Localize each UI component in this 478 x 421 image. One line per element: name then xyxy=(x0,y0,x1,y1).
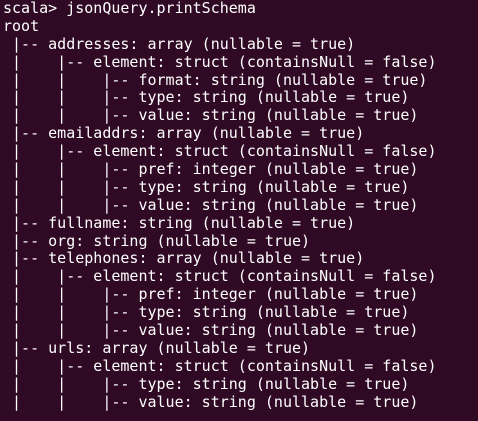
schema-line: | |-- element: struct (containsNull = fa… xyxy=(3,267,437,286)
schema-line: |-- addresses: array (nullable = true) xyxy=(3,34,356,53)
schema-line: |-- org: string (nullable = true) xyxy=(3,231,311,250)
schema-line: |-- fullname: string (nullable = true) xyxy=(3,213,356,232)
terminal-window[interactable]: scala> jsonQuery.printSchema root |-- add… xyxy=(0,0,478,421)
schema-line: | | |-- format: string (nullable = true) xyxy=(3,70,428,89)
schema-line: | | |-- value: string (nullable = true) xyxy=(3,106,419,125)
schema-line: | |-- element: struct (containsNull = fa… xyxy=(3,52,437,71)
schema-line: | |-- element: struct (containsNull = fa… xyxy=(3,356,437,375)
schema-line: | | |-- pref: integer (nullable = true) xyxy=(3,160,419,179)
schema-line: | |-- element: struct (containsNull = fa… xyxy=(3,142,437,161)
schema-root-line: root xyxy=(3,16,40,35)
schema-line: | | |-- value: string (nullable = true) xyxy=(3,392,419,411)
schema-line: | | |-- value: string (nullable = true) xyxy=(3,321,419,340)
schema-line: |-- emailaddrs: array (nullable = true) xyxy=(3,124,365,143)
schema-line: | | |-- type: string (nullable = true) xyxy=(3,177,410,196)
schema-line: | | |-- type: string (nullable = true) xyxy=(3,303,410,322)
schema-line: | | |-- type: string (nullable = true) xyxy=(3,374,410,393)
schema-line: | | |-- value: string (nullable = true) xyxy=(3,195,419,214)
schema-line: |-- telephones: array (nullable = true) xyxy=(3,249,365,268)
schema-line: |-- urls: array (nullable = true) xyxy=(3,338,311,357)
prompt-command-line: scala> jsonQuery.printSchema xyxy=(3,0,256,17)
schema-line: | | |-- type: string (nullable = true) xyxy=(3,88,410,107)
schema-line: | | |-- pref: integer (nullable = true) xyxy=(3,285,419,304)
terminal-output: scala> jsonQuery.printSchema root |-- add… xyxy=(3,0,478,411)
